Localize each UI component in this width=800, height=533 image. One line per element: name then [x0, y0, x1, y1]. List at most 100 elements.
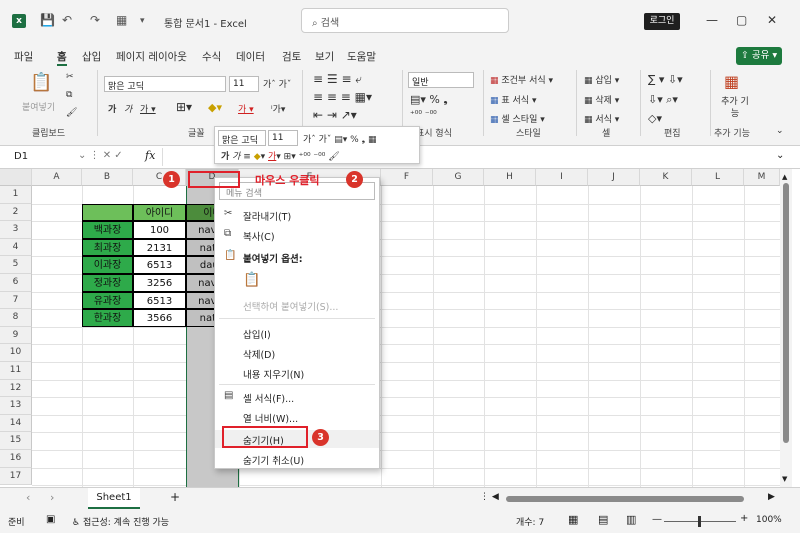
format-cells-button[interactable]: ▦ 서식 ▾ — [584, 112, 619, 125]
cell-style-button[interactable]: ▦ 셀 스타일 ▾ — [490, 112, 545, 125]
mini-format-icons[interactable]: 가 가 ≡ ◆▾ 가▾ ⊞▾ ⁺⁰⁰ ⁻⁰⁰ 🖌 — [221, 149, 340, 162]
scroll-down-icon[interactable]: ▼ — [782, 475, 787, 483]
undo-icon[interactable]: ↶ — [62, 13, 72, 27]
cell-id[interactable]: 3566 — [133, 309, 186, 327]
insert-function-icon[interactable]: fx — [145, 149, 155, 162]
horizontal-scroll-thumb[interactable] — [506, 496, 744, 502]
paste-option-icon[interactable]: 📋 — [243, 272, 260, 288]
tab-help[interactable]: 도움말 — [347, 49, 376, 64]
menu-item-column-width[interactable]: 열 너비(W)... — [215, 408, 379, 426]
login-button[interactable]: 로그인 — [644, 13, 680, 30]
tab-home[interactable]: 홈 — [57, 49, 67, 66]
column-header-m[interactable]: M — [744, 169, 780, 186]
fill-icon[interactable]: ⇩▾ ⌕▾ — [648, 93, 678, 107]
column-header-b[interactable]: B — [82, 169, 133, 186]
scroll-right-icon[interactable]: ▶ — [768, 492, 775, 502]
font-name-select[interactable]: 맑은 고딕 — [104, 76, 226, 92]
zoom-slider-thumb[interactable] — [698, 516, 701, 527]
cell-id[interactable]: 2131 — [133, 238, 186, 257]
decimal-icon[interactable]: ⁺⁰⁰ ⁻⁰⁰ — [410, 110, 437, 120]
border-icon[interactable]: ⊞▾ — [176, 100, 192, 114]
zoom-out-button[interactable]: — — [652, 514, 662, 525]
grow-font-icon[interactable]: 가ˆ 가ˇ — [263, 77, 291, 90]
save-icon[interactable]: 💾 — [40, 13, 55, 27]
sheet-tab-sheet1[interactable]: Sheet1 — [88, 488, 140, 509]
menu-item-format-cells[interactable]: ▤ 셀 서식(F)... — [215, 388, 379, 406]
column-header-i[interactable]: I — [536, 169, 588, 186]
mini-size-select[interactable]: 11 — [268, 130, 298, 146]
autosum-icon[interactable]: ∑ ▾ ⇩▾ — [648, 73, 683, 86]
row-header-5[interactable]: 5 — [0, 256, 32, 274]
addin-button[interactable]: 추가 기능 — [718, 96, 752, 120]
font-size-select[interactable]: 11 — [229, 76, 259, 92]
cell-name[interactable]: 유과장 — [82, 291, 133, 310]
tab-formulas[interactable]: 수식 — [202, 49, 221, 64]
vertical-scrollbar[interactable]: ▲ ▼ — [780, 169, 792, 487]
copy-icon[interactable]: ⧉ — [66, 90, 72, 100]
table-icon[interactable]: ▦ — [116, 13, 127, 27]
cell-id[interactable]: 100 — [133, 221, 186, 239]
currency-icon[interactable]: ▤▾ % ❟ — [410, 93, 448, 107]
column-header-g[interactable]: G — [433, 169, 484, 186]
row-header-17[interactable]: 17 — [0, 467, 32, 486]
row-header-14[interactable]: 14 — [0, 414, 32, 433]
cut-icon[interactable]: ✂ — [66, 72, 74, 82]
row-header-3[interactable]: 3 — [0, 221, 32, 239]
row-header-7[interactable]: 7 — [0, 291, 32, 310]
hscroll-handle-icon[interactable]: ⋮ ◀ — [480, 492, 499, 502]
page-break-view-icon[interactable]: ▥ — [626, 513, 636, 526]
share-button[interactable]: ⇪ 공유 ▾ — [736, 47, 782, 65]
close-button[interactable]: ✕ — [767, 13, 777, 27]
name-box[interactable]: D1 — [14, 151, 28, 162]
row-header-12[interactable]: 12 — [0, 379, 32, 398]
row-header-11[interactable]: 11 — [0, 362, 32, 380]
table-format-button[interactable]: ▦ 표 서식 ▾ — [490, 93, 536, 106]
number-format-select[interactable]: 일반 — [408, 72, 474, 88]
mini-font-select[interactable]: 맑은 고딕 — [218, 130, 266, 146]
redo-icon[interactable]: ↷ — [90, 13, 100, 27]
row-header-16[interactable]: 16 — [0, 450, 32, 468]
align-top-icon[interactable]: ≡ ☰ ≡ ⤶ — [313, 72, 362, 87]
tab-review[interactable]: 검토 — [282, 49, 301, 64]
cell-name[interactable]: 정과장 — [82, 274, 133, 292]
select-all-corner[interactable] — [0, 169, 32, 186]
column-header-f[interactable]: F — [381, 169, 433, 186]
cell-name[interactable]: 백과장 — [82, 221, 133, 239]
insert-cells-button[interactable]: ▦ 삽입 ▾ — [584, 73, 619, 86]
menu-item-clear[interactable]: 내용 지우기(N) — [215, 364, 379, 382]
menu-item-paste-special[interactable]: 선택하여 붙여넣기(S)... — [215, 296, 379, 314]
cond-format-button[interactable]: ▦ 조건부 서식 ▾ — [490, 73, 553, 86]
row-header-8[interactable]: 8 — [0, 309, 32, 327]
column-header-a[interactable]: A — [32, 169, 82, 186]
accessibility-status[interactable]: ♿ 접근성: 계속 진행 가능 — [72, 515, 169, 528]
row-header-1[interactable]: 1 — [0, 186, 32, 204]
search-input[interactable]: ⌕ 검색 — [301, 8, 509, 33]
add-sheet-button[interactable]: + — [170, 490, 180, 504]
row-header-10[interactable]: 10 — [0, 344, 32, 362]
row-header-9[interactable]: 9 — [0, 326, 32, 345]
tab-view[interactable]: 보기 — [315, 49, 334, 64]
tab-data[interactable]: 데이터 — [236, 49, 265, 64]
name-box-dropdown-icon[interactable]: ⌄ ⋮ ✕ ✓ — [78, 150, 123, 161]
spreadsheet-grid[interactable]: ABCDEFGHIJKLM 1234567891011121314151617 … — [0, 169, 790, 487]
indent-icon[interactable]: ⇤ ⇥ ↗▾ — [313, 108, 357, 122]
row-header-6[interactable]: 6 — [0, 274, 32, 292]
next-sheet-icon[interactable]: › — [50, 491, 54, 504]
column-header-h[interactable]: H — [484, 169, 536, 186]
menu-item-cut[interactable]: ✂ 잘라내기(T) — [215, 206, 379, 224]
addin-icon[interactable]: ▦ — [724, 72, 739, 91]
cell-name[interactable]: 이과장 — [82, 256, 133, 274]
tab-file[interactable]: 파일 — [14, 49, 33, 64]
column-header-k[interactable]: K — [640, 169, 692, 186]
delete-cells-button[interactable]: ▦ 삭제 ▾ — [584, 93, 619, 106]
format-painter-icon[interactable]: 🖌 — [66, 108, 77, 118]
macro-record-icon[interactable]: ▣ — [46, 514, 55, 525]
row-header-13[interactable]: 13 — [0, 397, 32, 415]
menu-item-delete[interactable]: 삭제(D) — [215, 344, 379, 362]
bold-icon[interactable]: 가 — [108, 102, 116, 115]
page-layout-view-icon[interactable]: ▤ — [598, 513, 608, 526]
expand-formula-icon[interactable]: ⌄ — [776, 150, 784, 161]
zoom-in-button[interactable]: + — [740, 513, 748, 524]
row-header-2[interactable]: 2 — [0, 203, 32, 222]
paste-icon[interactable]: 📋 — [30, 72, 52, 93]
